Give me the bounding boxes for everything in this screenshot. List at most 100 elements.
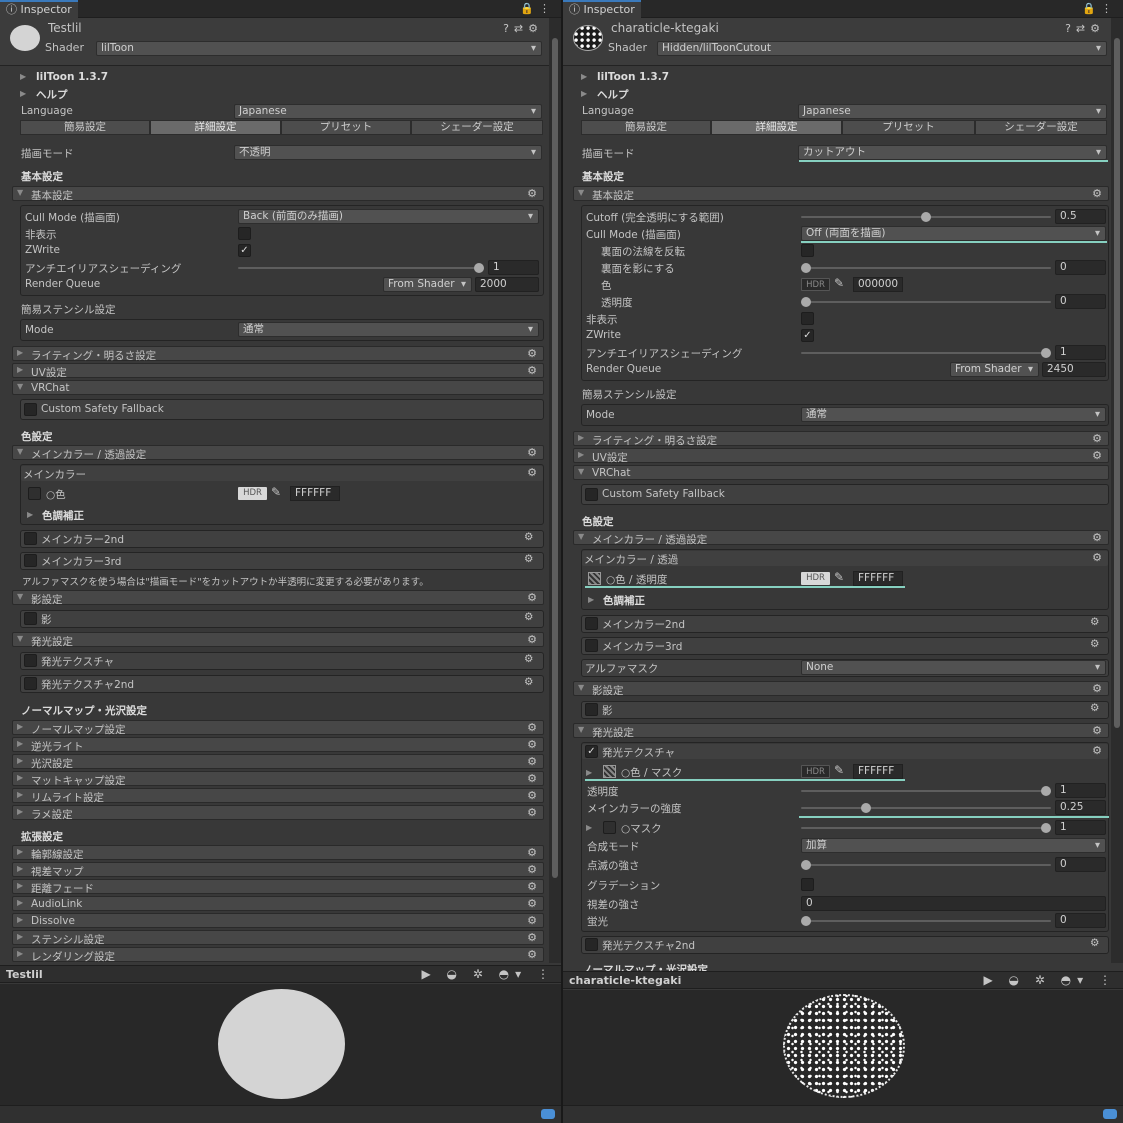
language-dropdown[interactable]: Japanese bbox=[798, 104, 1107, 119]
back-shadow-value[interactable]: 0 bbox=[1055, 260, 1106, 275]
emission-tex-slot[interactable] bbox=[603, 765, 616, 778]
inspector-tab[interactable]: ⓘ Inspector bbox=[563, 0, 641, 18]
tone-label[interactable]: 色調補正 bbox=[603, 593, 645, 608]
custom-safety-checkbox[interactable] bbox=[24, 403, 37, 416]
emission2-checkbox[interactable] bbox=[585, 938, 598, 951]
tab-preset[interactable]: プリセット bbox=[281, 120, 411, 135]
rq-from-dropdown[interactable]: From Shader bbox=[383, 277, 472, 292]
emission-color-hex[interactable]: FFFFFF bbox=[853, 764, 903, 779]
tab-lock-icon[interactable]: 🔒⋮ bbox=[1082, 2, 1117, 15]
em-main-value[interactable]: 0.25 bbox=[1055, 800, 1106, 815]
gear-icon[interactable]: ⚙ bbox=[524, 531, 533, 543]
back-shadow-slider[interactable] bbox=[801, 263, 1051, 273]
emission-header[interactable]: 発光テクスチャ ⚙ bbox=[582, 744, 1108, 759]
gear-icon[interactable]: ⚙ bbox=[1092, 724, 1102, 737]
expand-arrow-icon[interactable]: ▶ bbox=[588, 595, 594, 604]
gear-icon[interactable]: ⚙ bbox=[527, 772, 537, 785]
flip-normal-checkbox[interactable] bbox=[801, 244, 814, 257]
zwrite-checkbox[interactable]: ✓ bbox=[238, 244, 251, 257]
gear-icon[interactable]: ⚙ bbox=[527, 806, 537, 819]
tab-lock-icon[interactable]: 🔒⋮ bbox=[520, 2, 555, 15]
gear-icon[interactable]: ⚙ bbox=[527, 721, 537, 734]
rq-value[interactable]: 2000 bbox=[475, 277, 539, 292]
alpha-value[interactable]: 0 bbox=[1055, 294, 1106, 309]
scroll-thumb[interactable] bbox=[1114, 38, 1120, 728]
foldout-reflection[interactable]: ▶ 光沢設定 ⚙ bbox=[12, 754, 544, 770]
main2-checkbox[interactable] bbox=[585, 617, 598, 630]
scrollbar[interactable] bbox=[1111, 18, 1123, 963]
emission-checkbox[interactable] bbox=[24, 654, 37, 667]
gear-icon[interactable]: ⚙ bbox=[527, 347, 537, 360]
mode-dropdown[interactable]: 通常 bbox=[238, 322, 539, 337]
expand-arrow-icon[interactable]: ▶ bbox=[586, 823, 592, 832]
slider-knob[interactable] bbox=[1041, 823, 1051, 833]
gear-icon[interactable]: ⚙ bbox=[527, 863, 537, 876]
expand-arrow-icon[interactable]: ▶ bbox=[581, 72, 587, 81]
expand-arrow-icon[interactable]: ▶ bbox=[20, 72, 26, 81]
shader-dropdown[interactable]: lilToon bbox=[96, 41, 542, 56]
gear-icon[interactable]: ⚙ bbox=[524, 553, 533, 565]
gear-icon[interactable]: ⚙ bbox=[527, 187, 537, 200]
help-label[interactable]: ヘルプ bbox=[36, 87, 68, 102]
gear-icon[interactable]: ⚙ bbox=[1092, 432, 1102, 445]
main-color-header[interactable]: メインカラー / 透過 ⚙ bbox=[582, 551, 1108, 566]
foldout-lighting[interactable]: ▶ ライティング・明るさ設定 ⚙ bbox=[573, 431, 1109, 447]
foldout-emission[interactable]: ▼ 発光設定 ⚙ bbox=[573, 723, 1109, 739]
hdr-tag[interactable]: HDR bbox=[801, 765, 830, 778]
expand-arrow-icon[interactable]: ▶ bbox=[586, 768, 592, 777]
main-color-hex[interactable]: FFFFFF bbox=[853, 571, 903, 586]
invisible-checkbox[interactable] bbox=[238, 227, 251, 240]
foldout-basic[interactable]: ▼ 基本設定 ⚙ bbox=[573, 186, 1109, 202]
tab-detail[interactable]: 詳細設定 bbox=[711, 120, 842, 135]
version-label[interactable]: lilToon 1.3.7 bbox=[597, 71, 669, 83]
gear-icon[interactable]: ⚙ bbox=[527, 755, 537, 768]
gear-icon[interactable]: ⚙ bbox=[527, 914, 537, 927]
cull-dropdown[interactable]: Back (前面のみ描画) bbox=[238, 209, 539, 224]
tab-detail[interactable]: 詳細設定 bbox=[150, 120, 281, 135]
cutoff-value[interactable]: 0.5 bbox=[1055, 209, 1106, 224]
blink-slider[interactable] bbox=[801, 860, 1051, 870]
foldout-outline[interactable]: ▶ 輪郭線設定 ⚙ bbox=[12, 845, 544, 861]
gear-icon[interactable]: ⚙ bbox=[527, 846, 537, 859]
preview-area[interactable] bbox=[0, 984, 561, 1105]
foldout-stencil[interactable]: ▶ ステンシル設定 ⚙ bbox=[12, 930, 544, 946]
eyedropper-icon[interactable]: ✎ bbox=[834, 276, 844, 290]
help-label[interactable]: ヘルプ bbox=[597, 87, 629, 102]
slider-knob[interactable] bbox=[474, 263, 484, 273]
asset-label-icon[interactable] bbox=[541, 1109, 555, 1119]
parallax-value[interactable]: 0 bbox=[801, 896, 1106, 911]
version-label[interactable]: lilToon 1.3.7 bbox=[36, 71, 108, 83]
emission2-checkbox[interactable] bbox=[24, 677, 37, 690]
main2-checkbox[interactable] bbox=[24, 532, 37, 545]
foldout-dissolve[interactable]: ▶ Dissolve ⚙ bbox=[12, 913, 544, 928]
custom-safety-checkbox[interactable] bbox=[585, 488, 598, 501]
main-tex-slot[interactable] bbox=[588, 572, 601, 585]
gear-icon[interactable]: ⚙ bbox=[1092, 744, 1102, 757]
slider-knob[interactable] bbox=[801, 916, 811, 926]
color-hex-field[interactable]: FFFFFF bbox=[290, 486, 340, 501]
gear-icon[interactable]: ⚙ bbox=[524, 676, 533, 688]
slider-knob[interactable] bbox=[801, 860, 811, 870]
foldout-uv[interactable]: ▶ UV設定 ⚙ bbox=[12, 363, 544, 379]
hdr-tag[interactable]: HDR bbox=[238, 487, 267, 500]
foldout-uv[interactable]: ▶ UV設定 ⚙ bbox=[573, 448, 1109, 464]
foldout-lighting[interactable]: ▶ ライティング・明るさ設定 ⚙ bbox=[12, 346, 544, 362]
gear-icon[interactable]: ⚙ bbox=[527, 591, 537, 604]
gear-icon[interactable]: ⚙ bbox=[527, 364, 537, 377]
tab-shader-settings[interactable]: シェーダー設定 bbox=[975, 120, 1107, 135]
aa-value[interactable]: 1 bbox=[488, 260, 539, 275]
slider-knob[interactable] bbox=[861, 803, 871, 813]
gear-icon[interactable]: ⚙ bbox=[1092, 449, 1102, 462]
main3-checkbox[interactable] bbox=[585, 639, 598, 652]
back-color-hex[interactable]: 000000 bbox=[853, 277, 903, 292]
render-mode-dropdown[interactable]: 不透明 bbox=[234, 145, 542, 160]
main3-checkbox[interactable] bbox=[24, 554, 37, 567]
scroll-thumb[interactable] bbox=[552, 38, 558, 878]
foldout-shadow[interactable]: ▼ 影設定 ⚙ bbox=[573, 681, 1109, 697]
header-help-icon[interactable]: ?⇄⚙ bbox=[503, 22, 543, 35]
slider-knob[interactable] bbox=[1041, 348, 1051, 358]
rq-value[interactable]: 2450 bbox=[1042, 362, 1106, 377]
foldout-audiolink[interactable]: ▶ AudioLink ⚙ bbox=[12, 896, 544, 911]
main-color-header[interactable]: メインカラー ⚙ bbox=[21, 466, 543, 481]
foldout-glitter[interactable]: ▶ ラメ設定 ⚙ bbox=[12, 805, 544, 821]
